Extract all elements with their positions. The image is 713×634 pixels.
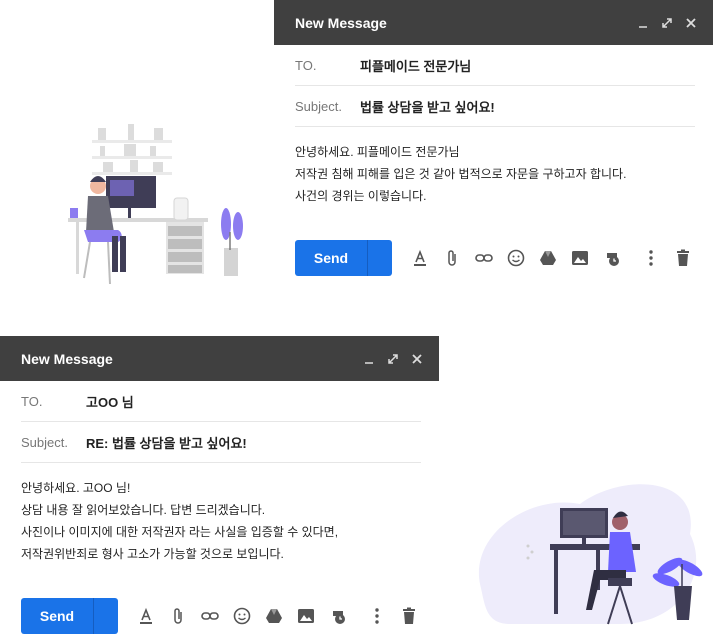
body-line: 안녕하세요. 고OO 님! — [21, 481, 131, 495]
subject-row[interactable]: Subject. RE: 법률 상담을 받고 싶어요! — [21, 422, 421, 463]
body-line: 안녕하세요. 피플메이드 전문가님 — [295, 145, 460, 159]
subject-field[interactable]: 법률 상담을 받고 싶어요! — [360, 97, 495, 116]
image-icon[interactable] — [564, 242, 596, 274]
woman-at-desk-illustration — [68, 124, 243, 285]
more-icon[interactable] — [361, 600, 393, 632]
send-label: Send — [39, 608, 75, 624]
compose-toolbar: Send — [21, 598, 425, 634]
message-body[interactable]: 안녕하세요. 피플메이드 전문가님 저작권 침해 피해를 입은 것 같아 법적으… — [295, 141, 695, 207]
to-row[interactable]: TO. 피플메이드 전문가님 — [295, 45, 695, 86]
close-icon[interactable] — [405, 347, 429, 371]
to-label: TO. — [295, 57, 317, 73]
send-button[interactable]: Send — [21, 598, 118, 634]
subject-label: Subject. — [295, 98, 342, 114]
message-body[interactable]: 안녕하세요. 고OO 님! 상담 내용 잘 읽어보았습니다. 답변 드리겠습니다… — [21, 477, 421, 565]
more-icon[interactable] — [635, 242, 667, 274]
body-line: 상담 내용 잘 읽어보았습니다. 답변 드리겠습니다. — [21, 503, 266, 517]
send-button[interactable]: Send — [295, 240, 392, 276]
subject-row[interactable]: Subject. 법률 상담을 받고 싶어요! — [295, 86, 695, 127]
link-icon[interactable] — [194, 600, 226, 632]
minimize-icon[interactable] — [357, 347, 381, 371]
attach-icon[interactable] — [162, 600, 194, 632]
schedule-icon[interactable] — [596, 242, 628, 274]
window-title: New Message — [21, 350, 113, 367]
to-field[interactable]: 고OO 님 — [86, 392, 134, 411]
text-format-icon[interactable] — [404, 242, 436, 274]
send-label: Send — [313, 250, 349, 266]
body-line: 사건의 경위는 이렇습니다. — [295, 189, 427, 203]
compose-header: New Message — [0, 336, 439, 381]
expand-icon[interactable] — [381, 347, 405, 371]
to-label: TO. — [21, 393, 43, 409]
subject-field[interactable]: RE: 법률 상담을 받고 싶어요! — [86, 433, 247, 452]
drive-icon[interactable] — [532, 242, 564, 274]
compose-window-top: New Message TO. 피플메이드 전문가님 Subject. 법률 상… — [274, 0, 713, 290]
minimize-icon[interactable] — [631, 11, 655, 35]
emoji-icon[interactable] — [226, 600, 258, 632]
subject-label: Subject. — [21, 434, 68, 450]
body-line: 사진이나 이미지에 대한 저작권자 라는 사실을 입증할 수 있다면, — [21, 525, 339, 539]
compose-header: New Message — [274, 0, 713, 45]
emoji-icon[interactable] — [500, 242, 532, 274]
to-row[interactable]: TO. 고OO 님 — [21, 381, 421, 422]
image-icon[interactable] — [290, 600, 322, 632]
trash-icon[interactable] — [393, 600, 425, 632]
compose-window-bottom: New Message TO. 고OO 님 Subject. RE: 법률 상담… — [0, 336, 439, 634]
window-title: New Message — [295, 14, 387, 31]
send-options-button[interactable] — [367, 240, 392, 276]
body-line: 저작권위반죄로 형사 고소가 가능할 것으로 보입니다. — [21, 547, 284, 561]
to-field[interactable]: 피플메이드 전문가님 — [360, 56, 471, 75]
man-at-desk-illustration — [478, 484, 703, 625]
compose-toolbar: Send — [295, 240, 699, 276]
close-icon[interactable] — [679, 11, 703, 35]
trash-icon[interactable] — [667, 242, 699, 274]
link-icon[interactable] — [468, 242, 500, 274]
attach-icon[interactable] — [436, 242, 468, 274]
expand-icon[interactable] — [655, 11, 679, 35]
text-format-icon[interactable] — [130, 600, 162, 632]
drive-icon[interactable] — [258, 600, 290, 632]
send-options-button[interactable] — [93, 598, 118, 634]
schedule-icon[interactable] — [322, 600, 354, 632]
body-line: 저작권 침해 피해를 입은 것 같아 법적으로 자문을 구하고자 합니다. — [295, 167, 627, 181]
